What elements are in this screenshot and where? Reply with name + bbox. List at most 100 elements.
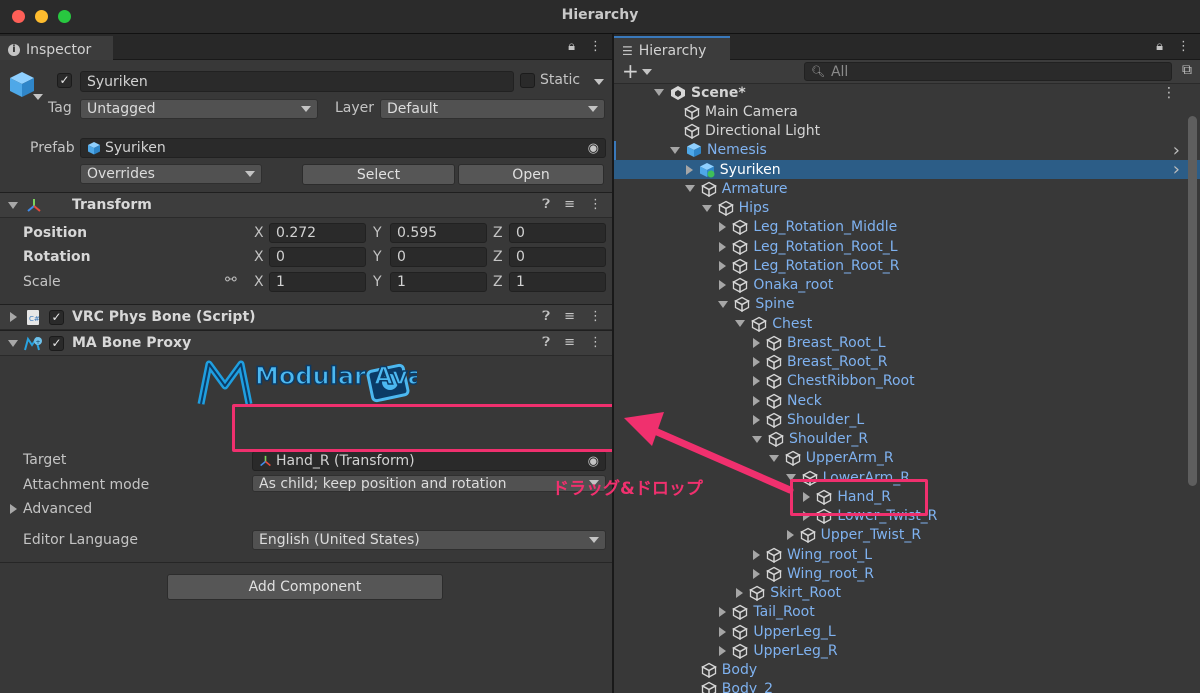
hierarchy-row-leg-rotation-root-r[interactable]: Leg_Rotation_Root_R	[614, 256, 1200, 275]
icon-dropdown-caret[interactable]	[33, 94, 43, 100]
hierarchy-row-wing-root-l[interactable]: Wing_root_L	[614, 545, 1200, 564]
add-component-button[interactable]: Add Component	[167, 574, 443, 600]
fold-arrow-icon[interactable]	[753, 395, 760, 406]
fold-arrow-icon[interactable]	[719, 222, 727, 233]
fold-arrow-icon[interactable]	[719, 645, 727, 656]
prefab-field[interactable]: Syuriken ◉	[80, 138, 606, 158]
hierarchy-row-scene-[interactable]: Scene* ⋮	[614, 83, 1200, 102]
fold-arrow-icon[interactable]	[719, 626, 727, 637]
phys-bone-enabled-checkbox[interactable]: ✓	[49, 310, 64, 325]
fold-arrow-icon[interactable]	[735, 320, 746, 327]
fold-arrow[interactable]	[8, 340, 18, 347]
hierarchy-row-body[interactable]: Body	[614, 661, 1200, 680]
fold-arrow-icon[interactable]	[768, 454, 779, 462]
hierarchy-row-shoulder-l[interactable]: Shoulder_L	[614, 410, 1200, 429]
search-filter-icon[interactable]: ⧉	[1182, 62, 1192, 78]
kebab-menu-icon[interactable]: ⋮	[589, 197, 602, 212]
hierarchy-row-onaka-root[interactable]: Onaka_root	[614, 276, 1200, 295]
hierarchy-row-chestribbon-root[interactable]: ChestRibbon_Root	[614, 372, 1200, 391]
scale-x-input[interactable]: 1	[269, 272, 366, 292]
hierarchy-row-hips[interactable]: Hips	[614, 199, 1200, 218]
hierarchy-row-directional-light[interactable]: Directional Light	[614, 122, 1200, 141]
object-picker-icon[interactable]: ◉	[588, 454, 599, 469]
presets-icon[interactable]: ≡	[564, 309, 575, 324]
hierarchy-row-nemesis[interactable]: Nemesis ›	[614, 140, 1200, 161]
static-dropdown-caret[interactable]	[594, 79, 604, 85]
fold-arrow-icon[interactable]	[753, 568, 760, 579]
layer-dropdown[interactable]: Default	[380, 99, 605, 119]
fold-arrow-icon[interactable]	[654, 89, 664, 96]
add-dropdown-caret[interactable]	[642, 69, 652, 75]
object-name-input[interactable]: Syuriken	[80, 71, 514, 92]
fold-arrow-icon[interactable]	[718, 300, 729, 308]
hierarchy-row-upperarm-r[interactable]: UpperArm_R	[614, 449, 1200, 468]
fold-arrow-icon[interactable]	[685, 164, 693, 175]
position-x-input[interactable]: 0.272	[269, 223, 366, 243]
add-object-button[interactable]: +	[622, 60, 639, 82]
hierarchy-row-syuriken[interactable]: Syuriken ›	[614, 159, 1200, 180]
scale-z-input[interactable]: 1	[509, 272, 606, 292]
fold-arrow-icon[interactable]	[753, 357, 760, 367]
fold-arrow-icon[interactable]	[786, 530, 794, 541]
hierarchy-row-leg-rotation-middle[interactable]: Leg_Rotation_Middle	[614, 218, 1200, 237]
help-icon[interactable]: ❓︎	[542, 335, 550, 350]
hierarchy-row-upperleg-l[interactable]: UpperLeg_L	[614, 622, 1200, 641]
hierarchy-row-spine[interactable]: Spine	[614, 295, 1200, 314]
fold-arrow-icon[interactable]	[736, 588, 744, 598]
hierarchy-row-tail-root[interactable]: Tail_Root	[614, 603, 1200, 622]
hierarchy-row-wing-root-r[interactable]: Wing_root_R	[614, 564, 1200, 583]
help-icon[interactable]: ❓︎	[542, 197, 550, 212]
hierarchy-row-breast-root-l[interactable]: Breast_Root_L	[614, 333, 1200, 352]
prefab-open-button[interactable]: Open	[458, 164, 604, 185]
fold-arrow[interactable]	[10, 312, 17, 322]
fold-arrow[interactable]	[8, 202, 18, 209]
unlink-icon[interactable]: ⚯	[225, 272, 237, 288]
hierarchy-row-leg-rotation-root-l[interactable]: Leg_Rotation_Root_L	[614, 237, 1200, 256]
fold-arrow-icon[interactable]	[753, 549, 760, 560]
editor-language-dropdown[interactable]: English (United States)	[252, 530, 606, 550]
fold-arrow-icon[interactable]	[753, 376, 760, 387]
transform-header[interactable]: Transform ❓︎ ≡ ⋮	[0, 192, 612, 218]
kebab-menu-icon[interactable]: ⋮	[1177, 39, 1190, 54]
fold-arrow-icon[interactable]	[752, 435, 762, 443]
hierarchy-row-upperleg-r[interactable]: UpperLeg_R	[614, 641, 1200, 660]
target-field[interactable]: Hand_R (Transform) ◉	[252, 451, 606, 471]
kebab-menu-icon[interactable]: ⋮	[589, 309, 602, 324]
rotation-x-input[interactable]: 0	[269, 247, 366, 267]
active-checkbox[interactable]: ✓	[57, 73, 72, 88]
advanced-label[interactable]: Advanced	[23, 501, 92, 517]
hierarchy-row-body-2[interactable]: Body_2	[614, 680, 1200, 693]
fold-arrow-icon[interactable]	[701, 204, 712, 212]
scale-y-input[interactable]: 1	[390, 272, 487, 292]
hierarchy-row-neck[interactable]: Neck	[614, 391, 1200, 410]
rotation-z-input[interactable]: 0	[509, 247, 606, 267]
tag-dropdown[interactable]: Untagged	[80, 99, 318, 119]
fold-arrow-icon[interactable]	[719, 280, 727, 290]
hierarchy-row-armature[interactable]: Armature	[614, 179, 1200, 198]
fold-arrow-icon[interactable]	[719, 260, 727, 271]
fold-arrow-icon[interactable]	[753, 414, 760, 425]
hierarchy-row-main-camera[interactable]: Main Camera	[614, 102, 1200, 121]
chevron-right-icon[interactable]: ›	[1173, 140, 1180, 161]
lock-icon[interactable]: 🔒︎	[568, 39, 575, 54]
position-y-input[interactable]: 0.595	[390, 223, 487, 243]
hierarchy-row-shoulder-r[interactable]: Shoulder_R	[614, 430, 1200, 449]
presets-icon[interactable]: ≡	[564, 335, 575, 350]
hierarchy-row-breast-root-r[interactable]: Breast_Root_R	[614, 353, 1200, 372]
chevron-right-icon[interactable]: ›	[1173, 159, 1180, 180]
fold-arrow-icon[interactable]	[719, 607, 727, 618]
kebab-menu-icon[interactable]: ⋮	[589, 39, 602, 54]
tab-inspector[interactable]: i Inspector	[0, 36, 113, 60]
fold-arrow-icon[interactable]	[684, 185, 695, 193]
prefab-select-button[interactable]: Select	[302, 164, 455, 185]
hierarchy-search-input[interactable]: 🔍︎ All	[804, 62, 1172, 81]
advanced-fold-arrow[interactable]	[10, 504, 17, 514]
kebab-menu-icon[interactable]: ⋮	[589, 335, 602, 350]
help-icon[interactable]: ❓︎	[542, 309, 550, 324]
presets-icon[interactable]: ≡	[564, 197, 575, 212]
hierarchy-row-upper-twist-r[interactable]: Upper_Twist_R	[614, 526, 1200, 545]
static-checkbox[interactable]	[520, 73, 535, 88]
rotation-y-input[interactable]: 0	[390, 247, 487, 267]
overrides-dropdown[interactable]: Overrides	[80, 164, 262, 184]
position-z-input[interactable]: 0	[509, 223, 606, 243]
